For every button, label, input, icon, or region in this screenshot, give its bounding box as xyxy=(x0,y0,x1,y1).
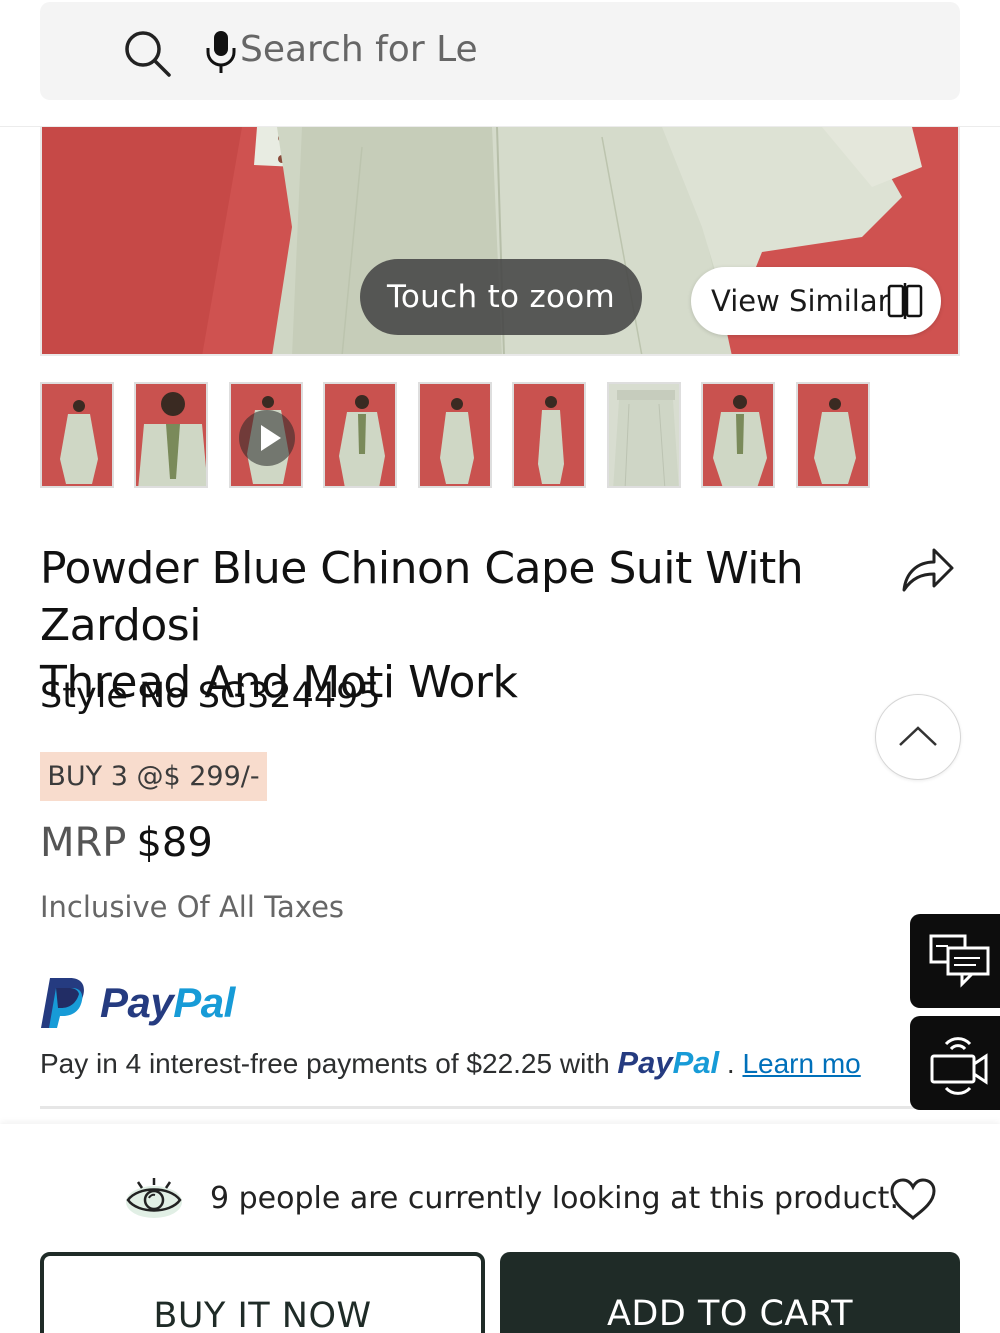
thumbnail-3-video[interactable] xyxy=(229,382,303,488)
paypal-wordmark-pay: Pay xyxy=(100,979,174,1026)
thumbnail-7[interactable] xyxy=(607,382,681,488)
learn-more-link[interactable]: Learn mo xyxy=(742,1048,860,1079)
video-call-button[interactable] xyxy=(910,1016,1000,1110)
price-row: MRP $89 xyxy=(40,820,213,866)
thumbnail-8[interactable] xyxy=(701,382,775,488)
share-icon[interactable] xyxy=(900,544,956,599)
taxes-note: Inclusive Of All Taxes xyxy=(40,890,345,924)
add-to-cart-button[interactable]: ADD TO CART xyxy=(500,1252,960,1333)
paypal-message: Pay in 4 interest-free payments of $22.2… xyxy=(40,1045,910,1085)
paypal-inline-pal: Pal xyxy=(672,1045,720,1080)
chevron-up-icon xyxy=(899,726,937,746)
header: Search for Le xyxy=(0,0,1000,127)
thumbnail-9[interactable] xyxy=(796,382,870,488)
paypal-wordmark-pal: Pal xyxy=(173,979,235,1026)
paypal-logo: PayPal xyxy=(40,976,235,1030)
scroll-to-top-button[interactable] xyxy=(875,694,961,780)
chat-button[interactable] xyxy=(910,914,1000,1008)
view-similar-button[interactable]: View Similar xyxy=(691,267,941,335)
offer-badge: BUY 3 @$ 299/- xyxy=(40,752,267,801)
eye-icon xyxy=(124,1176,184,1225)
thumbnail-6[interactable] xyxy=(512,382,586,488)
paypal-inline-pay: Pay xyxy=(617,1045,673,1080)
video-call-icon xyxy=(930,1037,988,1095)
product-title-line-1: Powder Blue Chinon Cape Suit With Zardos… xyxy=(40,543,804,651)
buy-it-now-button[interactable]: BUY IT NOW xyxy=(40,1252,485,1333)
price-value: $89 xyxy=(136,820,213,866)
thumbnail-4[interactable] xyxy=(323,382,397,488)
thumbnail-strip xyxy=(40,382,960,488)
paypal-separator: . xyxy=(719,1048,743,1079)
viewers-count-text: 9 people are currently looking at this p… xyxy=(210,1181,899,1216)
style-number: Style No SG324495 xyxy=(40,676,381,716)
search-input[interactable]: Search for Le xyxy=(240,29,478,70)
thumbnail-2[interactable] xyxy=(134,382,208,488)
compare-icon xyxy=(887,283,923,319)
divider xyxy=(40,1106,960,1109)
paypal-inline-logo: PayPal xyxy=(617,1045,719,1080)
search-icon[interactable] xyxy=(122,28,174,85)
thumbnail-1[interactable] xyxy=(40,382,114,488)
chat-icon xyxy=(929,934,990,988)
product-main-image[interactable]: Touch to zoom View Similar xyxy=(40,127,960,356)
paypal-wordmark: PayPal xyxy=(100,979,235,1027)
mrp-label: MRP xyxy=(40,820,127,866)
paypal-message-text: Pay in 4 interest-free payments of $22.2… xyxy=(40,1048,618,1079)
paypal-mark-icon xyxy=(41,978,84,1028)
play-icon xyxy=(239,410,295,466)
touch-to-zoom-button[interactable]: Touch to zoom xyxy=(360,259,642,335)
search-bar[interactable]: Search for Le xyxy=(40,2,960,100)
view-similar-label: View Similar xyxy=(711,284,890,318)
thumbnail-5[interactable] xyxy=(418,382,492,488)
mic-icon[interactable] xyxy=(203,30,239,79)
heart-icon[interactable] xyxy=(889,1178,937,1225)
